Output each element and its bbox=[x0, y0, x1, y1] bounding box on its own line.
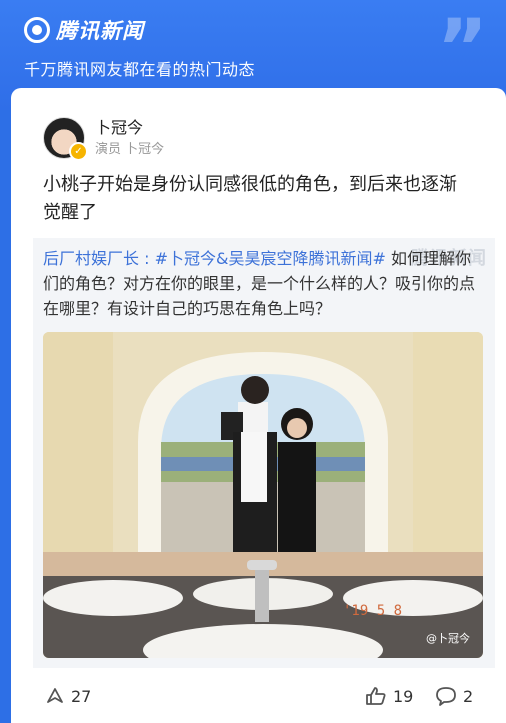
post-text: 小桃子开始是身份认同感很低的角色，到后来也逐渐觉醒了 bbox=[43, 174, 457, 223]
avatar[interactable]: ✓ bbox=[43, 117, 88, 161]
author-name[interactable]: 卜冠今 bbox=[95, 118, 164, 138]
tagline: 千万腾讯网友都在看的热门动态 bbox=[24, 60, 256, 79]
thumbs-up-icon bbox=[366, 687, 386, 705]
post-photo[interactable]: '19 5 8 @卜冠今 bbox=[43, 332, 483, 658]
share-icon bbox=[47, 688, 63, 703]
like-button[interactable]: 19 bbox=[365, 686, 413, 706]
comment-count: 2 bbox=[463, 686, 474, 706]
comment-icon bbox=[436, 687, 456, 706]
verified-badge-icon: ✓ bbox=[69, 142, 88, 161]
post-card: ✓ 卜冠今 演员 卜冠今 小桃子开始是身份认同感很低的角色，到后来也逐渐觉醒了 … bbox=[11, 88, 506, 723]
action-bar: 27 19 2 bbox=[11, 678, 506, 718]
like-count: 19 bbox=[393, 686, 414, 706]
quoted-question[interactable]: 腾讯新闻 后厂村娱厂长 : #卜冠今&吴昊宸空降腾讯新闻# 如何理解你们的角色？… bbox=[33, 238, 495, 668]
brand-name: 腾讯新闻 bbox=[56, 19, 144, 43]
quote-author[interactable]: 后厂村娱厂长 : bbox=[43, 249, 155, 268]
quote-mark-icon: ” bbox=[436, 4, 488, 94]
hashtag-link[interactable]: #卜冠今&吴昊宸空降腾讯新闻# bbox=[155, 249, 386, 268]
comment-button[interactable]: 2 bbox=[435, 686, 473, 706]
tencent-news-logo-icon bbox=[24, 17, 50, 43]
share-count: 27 bbox=[71, 686, 92, 706]
photo-datestamp: '19 5 8 bbox=[343, 603, 402, 619]
brand-logo: 腾讯新闻 bbox=[24, 15, 144, 45]
author-row[interactable]: ✓ 卜冠今 演员 卜冠今 bbox=[43, 117, 165, 161]
author-title: 演员 卜冠今 bbox=[95, 141, 165, 157]
share-button[interactable]: 27 bbox=[45, 686, 91, 706]
photo-illustration: '19 5 8 @卜冠今 bbox=[43, 332, 483, 658]
quote-text: 后厂村娱厂长 : #卜冠今&吴昊宸空降腾讯新闻# 如何理解你们的角色？对方在你的… bbox=[43, 246, 483, 321]
photo-credit: @卜冠今 bbox=[426, 631, 470, 645]
